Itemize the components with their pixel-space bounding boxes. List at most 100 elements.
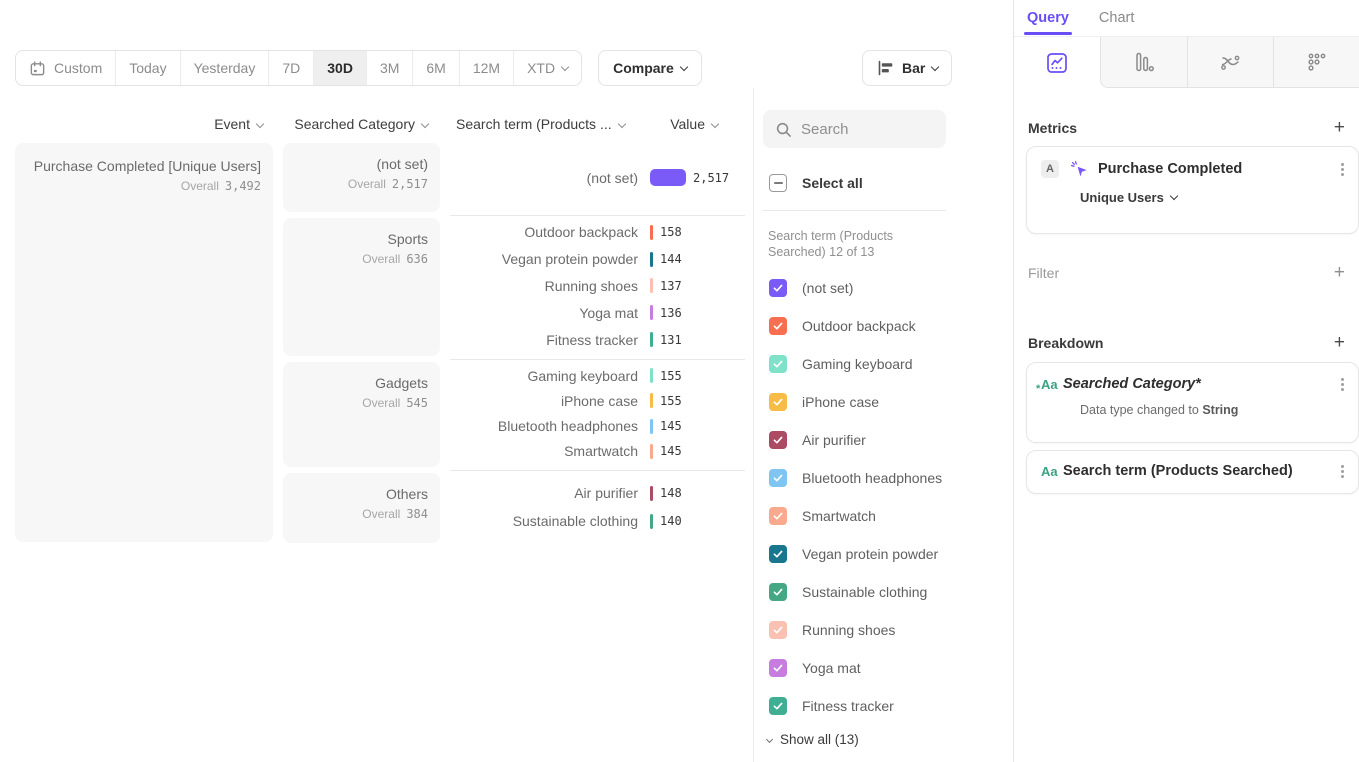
column-header-value[interactable]: Value	[670, 116, 745, 132]
checkbox-checked[interactable]	[769, 279, 787, 297]
term-row[interactable]: Vegan protein powder144	[450, 246, 745, 273]
value-bar	[650, 169, 686, 186]
legend-item-gaming-keyboard[interactable]: Gaming keyboard	[769, 345, 942, 383]
legend-checkbox-list: (not set) Outdoor backpackGaming keyboard…	[769, 269, 942, 725]
range-button-3m[interactable]: 3M	[366, 51, 412, 85]
term-row[interactable]: Running shoes137	[450, 273, 745, 300]
range-button-7d[interactable]: 7D	[268, 51, 313, 85]
search-input[interactable]	[801, 121, 931, 138]
value-bar	[650, 486, 653, 501]
checkbox-checked[interactable]	[769, 317, 787, 335]
category-cell[interactable]: (not set)Overall2,517	[283, 143, 440, 212]
breakdown-menu-button[interactable]	[1341, 383, 1344, 386]
legend-item-outdoor-backpack[interactable]: Outdoor backpack	[769, 307, 942, 345]
term-row[interactable]: Fitness tracker131	[450, 326, 745, 353]
term-row[interactable]: Air purifier148	[450, 479, 745, 507]
term-row[interactable]: Bluetooth headphones145	[450, 414, 745, 439]
term-label: Air purifier	[450, 485, 638, 501]
add-metric-button[interactable]: +	[1334, 118, 1345, 137]
checkbox-checked[interactable]	[769, 621, 787, 639]
metric-event-name: Purchase Completed	[1098, 161, 1341, 177]
term-row[interactable]: Yoga mat136	[450, 299, 745, 326]
report-tab-funnels[interactable]	[1100, 37, 1187, 88]
range-button-6m[interactable]: 6M	[412, 51, 458, 85]
string-property-icon: Aa	[1041, 464, 1063, 479]
term-value: 155	[660, 394, 682, 408]
breakdown-card-search-term[interactable]: Aa Search term (Products Searched)	[1026, 450, 1359, 494]
legend-item-running-shoes[interactable]: Running shoes	[769, 611, 942, 649]
category-cell[interactable]: OthersOverall384	[283, 473, 440, 543]
checkbox-checked[interactable]	[769, 355, 787, 373]
term-value: 131	[660, 333, 682, 347]
legend-item-iphone-case[interactable]: iPhone case	[769, 383, 942, 421]
column-header-searched-category[interactable]: Searched Category	[283, 116, 440, 132]
add-breakdown-button[interactable]: +	[1334, 333, 1345, 352]
range-button-xtd[interactable]: XTD	[513, 51, 581, 85]
legend-item-air-purifier[interactable]: Air purifier	[769, 421, 942, 459]
breakdown-card-searched-category[interactable]: Aa* Searched Category* Data type changed…	[1026, 362, 1359, 443]
range-button-today[interactable]: Today	[115, 51, 179, 85]
tab-chart[interactable]: Chart	[1099, 10, 1134, 35]
tab-query[interactable]: Query	[1027, 10, 1069, 35]
category-cell[interactable]: GadgetsOverall545	[283, 362, 440, 467]
report-tab-retention[interactable]	[1273, 37, 1359, 88]
checkbox-checked[interactable]	[769, 697, 787, 715]
category-group-row: (not set)Overall2,517 (not set)2,517	[283, 143, 745, 212]
add-filter-button[interactable]: +	[1334, 263, 1345, 282]
show-all-button[interactable]: Show all (13)	[767, 732, 859, 747]
magic-cursor-icon	[1070, 160, 1088, 178]
term-row[interactable]: Smartwatch145	[450, 439, 745, 464]
term-row[interactable]: (not set)2,517	[450, 164, 745, 192]
checkbox-checked[interactable]	[769, 545, 787, 563]
breakdown-header: Breakdown +	[1028, 333, 1345, 352]
checkbox-checked[interactable]	[769, 659, 787, 677]
value-bar	[650, 225, 653, 240]
legend-item-bluetooth-headphones[interactable]: Bluetooth headphones	[769, 459, 942, 497]
legend-item--not-set-[interactable]: (not set)	[769, 269, 942, 307]
range-button-custom[interactable]: Custom	[16, 51, 115, 85]
select-all-row[interactable]: Select all	[769, 174, 863, 192]
term-label: (not set)	[450, 170, 638, 186]
compare-button[interactable]: Compare	[598, 50, 702, 86]
category-cell[interactable]: SportsOverall636	[283, 218, 440, 356]
checkbox-checked[interactable]	[769, 583, 787, 601]
compare-label: Compare	[613, 60, 674, 76]
measure-dropdown[interactable]: Unique Users	[1080, 190, 1344, 205]
metric-menu-button[interactable]	[1341, 168, 1344, 171]
term-row[interactable]: Gaming keyboard155	[450, 363, 745, 388]
report-tab-insights[interactable]	[1014, 37, 1100, 88]
legend-search[interactable]	[763, 110, 946, 148]
legend-item-vegan-protein-powder[interactable]: Vegan protein powder	[769, 535, 942, 573]
term-row[interactable]: Sustainable clothing140	[450, 507, 745, 535]
column-header-event[interactable]: Event	[15, 116, 273, 132]
search-icon	[775, 121, 792, 138]
event-cell[interactable]: Purchase Completed [Unique Users] Overal…	[15, 143, 273, 542]
column-header-search-term[interactable]: Search term (Products ...	[450, 116, 625, 132]
event-name: Purchase Completed [Unique Users]	[15, 158, 261, 174]
range-button-30d[interactable]: 30D	[313, 51, 366, 85]
chevron-down-icon	[680, 62, 688, 70]
term-value: 155	[660, 369, 682, 383]
legend-item-fitness-tracker[interactable]: Fitness tracker	[769, 687, 942, 725]
term-row[interactable]: iPhone case155	[450, 388, 745, 413]
legend-item-sustainable-clothing[interactable]: Sustainable clothing	[769, 573, 942, 611]
metric-card[interactable]: A Purchase Completed Unique Users	[1026, 146, 1359, 234]
range-button-12m[interactable]: 12M	[459, 51, 513, 85]
select-all-checkbox[interactable]	[769, 174, 787, 192]
checkbox-checked[interactable]	[769, 507, 787, 525]
term-value: 145	[660, 419, 682, 433]
category-group-row: GadgetsOverall545 Gaming keyboard155iPhon…	[283, 362, 745, 467]
term-row[interactable]: Outdoor backpack158	[450, 219, 745, 246]
checkbox-checked[interactable]	[769, 431, 787, 449]
checkbox-checked[interactable]	[769, 393, 787, 411]
checkbox-checked[interactable]	[769, 469, 787, 487]
range-button-yesterday[interactable]: Yesterday	[180, 51, 269, 85]
term-label: Outdoor backpack	[450, 224, 638, 240]
legend-item-label: (not set)	[802, 280, 853, 296]
breakdown-menu-button[interactable]	[1341, 470, 1344, 473]
insights-icon	[1045, 51, 1069, 75]
report-tab-flows[interactable]	[1187, 37, 1274, 88]
legend-item-smartwatch[interactable]: Smartwatch	[769, 497, 942, 535]
term-value: 140	[660, 514, 682, 528]
legend-item-yoga-mat[interactable]: Yoga mat	[769, 649, 942, 687]
